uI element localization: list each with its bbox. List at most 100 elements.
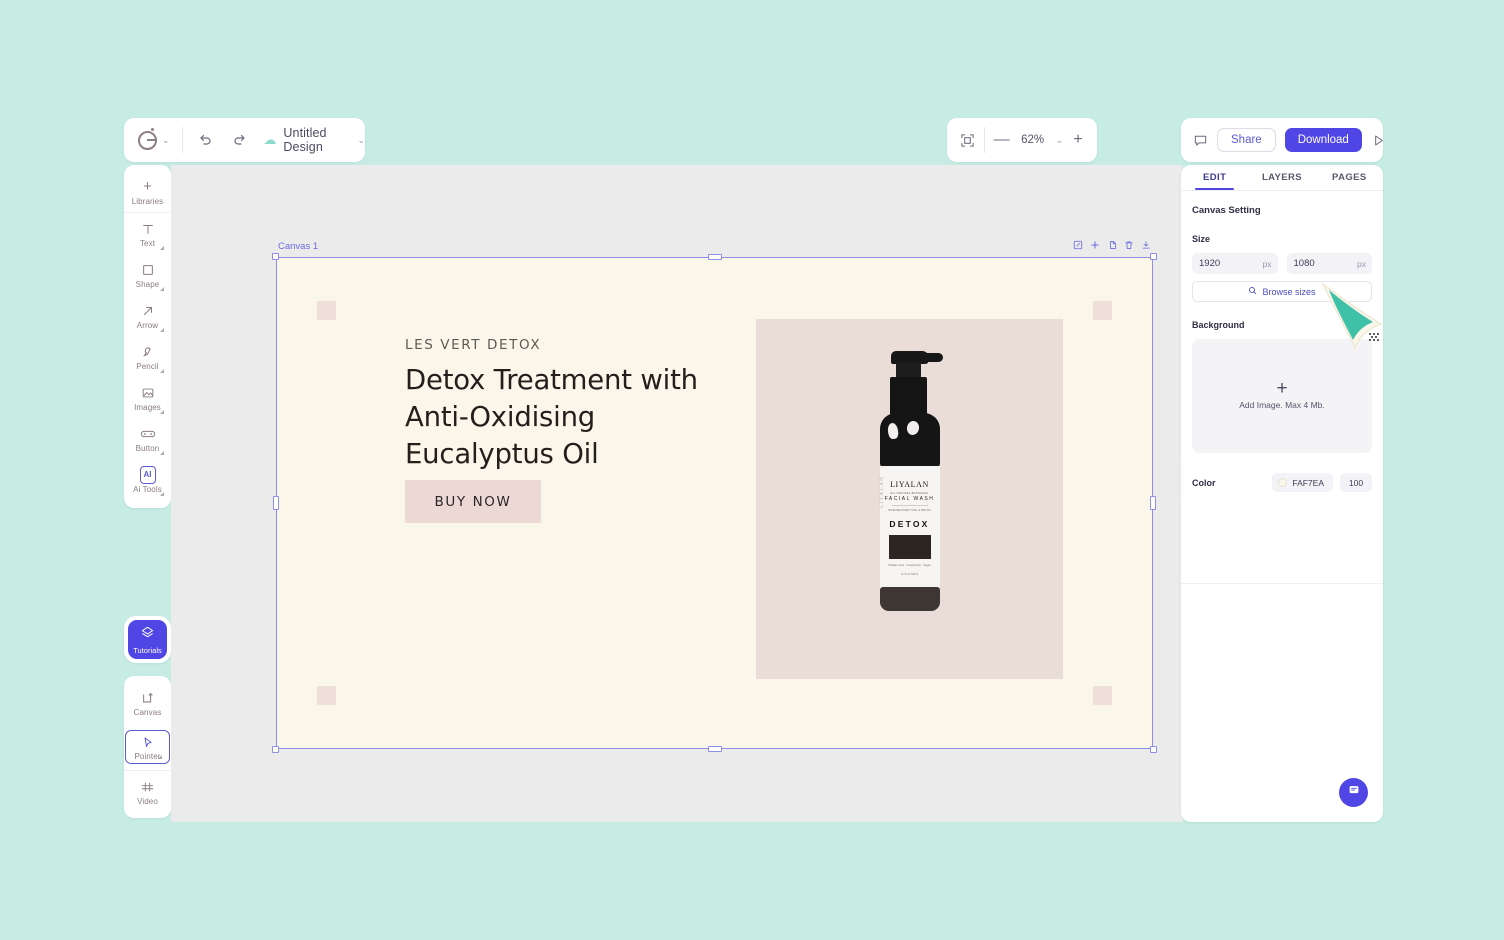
tool-label: Text: [139, 239, 156, 248]
tool-label: Button: [135, 444, 160, 453]
background-color-picker[interactable]: FAF7EA: [1272, 473, 1333, 492]
canvas-width-input[interactable]: 1920 px: [1192, 253, 1278, 274]
tool-ai-tools[interactable]: AI Ai Tools: [124, 459, 171, 500]
zoom-chevron-down-icon[interactable]: ⌄: [1056, 135, 1064, 146]
tutorials-button[interactable]: Tutorials: [128, 620, 167, 659]
artboard-selection[interactable]: LES VERT DETOX Detox Treatment with Anti…: [272, 253, 1157, 753]
download-frame-icon[interactable]: [1141, 240, 1151, 253]
product-brand: LIYALAN: [890, 480, 929, 489]
canvas-stage[interactable]: Canvas 1 LES VERT DETOX Detox Treatment …: [171, 165, 1183, 822]
expand-corner-icon[interactable]: [160, 492, 164, 496]
expand-corner-icon[interactable]: [160, 369, 164, 373]
selection-handle-bottom[interactable]: [707, 746, 722, 752]
browse-sizes-button[interactable]: Browse sizes: [1192, 281, 1372, 302]
brand-logo-group[interactable]: ⌄: [124, 127, 182, 150]
duplicate-frame-icon[interactable]: [1107, 240, 1117, 253]
color-label: Color: [1192, 477, 1216, 488]
expand-corner-icon[interactable]: [160, 328, 164, 332]
chat-support-button[interactable]: [1339, 778, 1368, 807]
redo-arrow-icon[interactable]: [230, 130, 250, 150]
history-controls: [182, 130, 263, 150]
tool-text[interactable]: Text: [124, 212, 171, 254]
toolbar-right: Share Download: [1181, 118, 1383, 162]
tool-label: Pencil: [136, 362, 159, 371]
rename-frame-icon[interactable]: [1073, 240, 1083, 253]
selection-handle-bl[interactable]: [272, 746, 279, 753]
tool-shape[interactable]: Shape: [124, 254, 171, 295]
right-properties-panel: ▶ EDIT LAYERS PAGES Canvas Setting Size …: [1181, 165, 1383, 822]
size-inputs-row: 1920 px 1080 px: [1192, 253, 1372, 274]
tool-label: Arrow: [136, 321, 159, 330]
frame-header: Canvas 1: [276, 237, 1153, 255]
decor-square: [1093, 686, 1112, 705]
zoom-out-button[interactable]: —: [994, 130, 1010, 150]
tool-arrow[interactable]: Arrow: [124, 295, 171, 336]
tool-libraries[interactable]: + Libraries: [124, 171, 171, 212]
add-frame-icon[interactable]: [1090, 240, 1100, 253]
expand-corner-icon[interactable]: [160, 246, 164, 250]
hero-text-block[interactable]: LES VERT DETOX Detox Treatment with Anti…: [405, 337, 735, 473]
tool-pencil[interactable]: Pencil: [124, 336, 171, 377]
cloud-sync-icon: ☁: [263, 132, 277, 147]
share-button[interactable]: Share: [1217, 128, 1276, 152]
document-chevron-down-icon[interactable]: ⌄: [357, 135, 365, 146]
product-subtitle: FACIAL WASH: [884, 496, 935, 502]
canvas-height-value: 1080: [1293, 258, 1315, 269]
canvas-height-input[interactable]: 1080 px: [1286, 253, 1372, 274]
pencil-icon: [141, 343, 155, 360]
color-swatch: [1278, 478, 1288, 487]
zoom-level-value[interactable]: 62%: [1019, 134, 1047, 146]
tool-video[interactable]: Video: [124, 770, 171, 812]
color-opacity-input[interactable]: 100: [1340, 473, 1372, 492]
tutorials-rail: Tutorials: [124, 616, 171, 663]
download-button[interactable]: Download: [1284, 128, 1362, 152]
pointer-cursor-icon: [141, 734, 154, 751]
frame-name-label[interactable]: Canvas 1: [278, 241, 318, 252]
chevron-down-icon[interactable]: ⌄: [162, 135, 170, 146]
play-present-icon[interactable]: [1371, 130, 1386, 150]
product-bottle-graphic: LIYALAN LIYALAN ALL NATURAL BOTANICAL FA…: [874, 351, 946, 641]
expand-corner-icon[interactable]: [160, 451, 164, 455]
decor-square: [1093, 301, 1112, 320]
selection-handle-tl[interactable]: [272, 253, 279, 260]
tool-label: Libraries: [131, 197, 164, 206]
decor-square: [317, 686, 336, 705]
comment-icon[interactable]: [1193, 130, 1208, 150]
tool-images[interactable]: Images: [124, 377, 171, 418]
artboard[interactable]: LES VERT DETOX Detox Treatment with Anti…: [276, 257, 1153, 749]
selection-handle-top[interactable]: [707, 254, 722, 260]
tool-pointer[interactable]: Pointer: [124, 723, 171, 770]
toolbar-left: ⌄ ☁ Untitled Design ⌄: [124, 118, 365, 162]
selection-handle-right[interactable]: [1150, 496, 1156, 510]
selection-handle-tr[interactable]: [1150, 253, 1157, 260]
selection-handle-br[interactable]: [1150, 746, 1157, 753]
tool-button[interactable]: Button: [124, 418, 171, 459]
tab-pages[interactable]: PAGES: [1316, 165, 1383, 190]
buy-now-button[interactable]: BUY NOW: [405, 480, 541, 523]
panel-collapse-handle[interactable]: ▶: [1181, 460, 1182, 500]
panel-tabs: EDIT LAYERS PAGES: [1181, 165, 1383, 191]
tool-label: Video: [137, 797, 158, 806]
tool-canvas[interactable]: Canvas: [124, 682, 171, 723]
chat-support-icon: [1347, 783, 1361, 802]
expand-corner-icon[interactable]: [160, 287, 164, 291]
expand-corner-icon[interactable]: [157, 755, 162, 759]
tool-label: Canvas: [133, 708, 162, 717]
product-image-panel[interactable]: LIYALAN LIYALAN ALL NATURAL BOTANICAL FA…: [756, 319, 1063, 679]
product-tagline: INTENSE PURIFYING & DETOX: [887, 509, 932, 512]
square-shape-icon: [141, 261, 155, 278]
undo-arrow-icon[interactable]: [195, 130, 215, 150]
document-title[interactable]: Untitled Design: [283, 126, 350, 154]
brand-g-logo-icon: [138, 127, 157, 150]
selection-handle-left[interactable]: [273, 496, 279, 510]
expand-corner-icon[interactable]: [160, 410, 164, 414]
fit-to-screen-icon[interactable]: [960, 130, 975, 150]
tab-layers[interactable]: LAYERS: [1248, 165, 1315, 190]
decor-square: [317, 301, 336, 320]
zoom-in-button[interactable]: +: [1072, 130, 1084, 150]
document-name-group[interactable]: ☁ Untitled Design ⌄: [263, 126, 365, 154]
hero-headline: Detox Treatment with Anti-Oxidising Euca…: [405, 364, 698, 470]
tab-edit[interactable]: EDIT: [1181, 165, 1248, 190]
background-image-dropzone[interactable]: + Add Image. Max 4 Mb.: [1192, 339, 1372, 453]
delete-frame-icon[interactable]: [1124, 240, 1134, 253]
